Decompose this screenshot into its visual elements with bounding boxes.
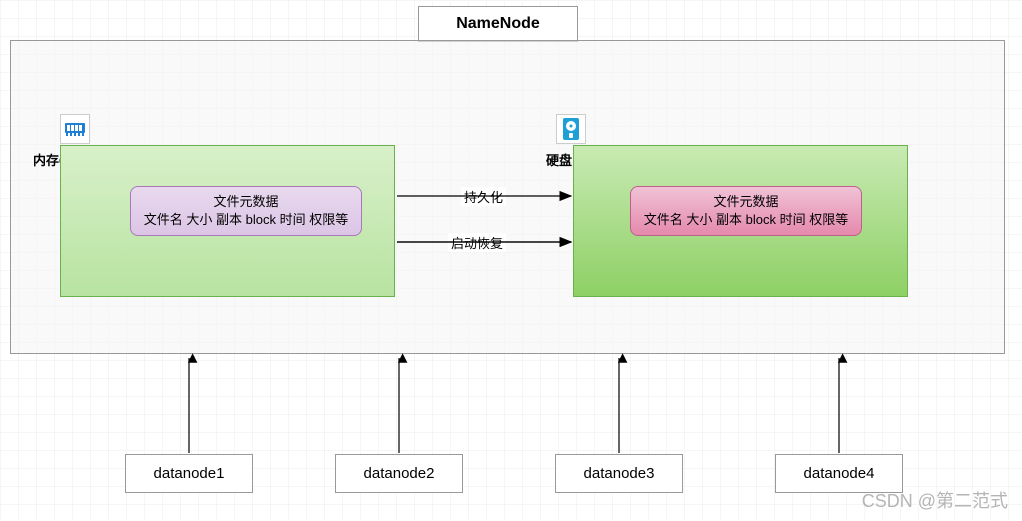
memory-meta-box: 文件元数据 文件名 大小 副本 block 时间 权限等	[130, 186, 362, 236]
hdd-icon	[556, 114, 586, 144]
datanode-label: datanode3	[584, 465, 655, 482]
disk-meta-detail: 文件名 大小 副本 block 时间 权限等	[639, 211, 853, 229]
datanode-box: datanode2	[335, 454, 463, 493]
datanode-label: datanode2	[364, 465, 435, 482]
namenode-title-box: NameNode	[418, 6, 578, 42]
disk-label: 硬盘	[546, 150, 572, 169]
disk-meta-title: 文件元数据	[639, 193, 853, 211]
datanode-label: datanode4	[804, 465, 875, 482]
restore-label: 启动恢复	[448, 233, 506, 252]
persist-label: 持久化	[461, 187, 506, 206]
datanode-box: datanode3	[555, 454, 683, 493]
datanode-label: datanode1	[154, 465, 225, 482]
memory-meta-title: 文件元数据	[139, 193, 353, 211]
disk-meta-box: 文件元数据 文件名 大小 副本 block 时间 权限等	[630, 186, 862, 236]
namenode-title: NameNode	[456, 15, 540, 32]
memory-icon	[60, 114, 90, 144]
datanode-box: datanode1	[125, 454, 253, 493]
watermark: CSDN @第二范式	[862, 487, 1008, 513]
memory-meta-detail: 文件名 大小 副本 block 时间 权限等	[139, 211, 353, 229]
